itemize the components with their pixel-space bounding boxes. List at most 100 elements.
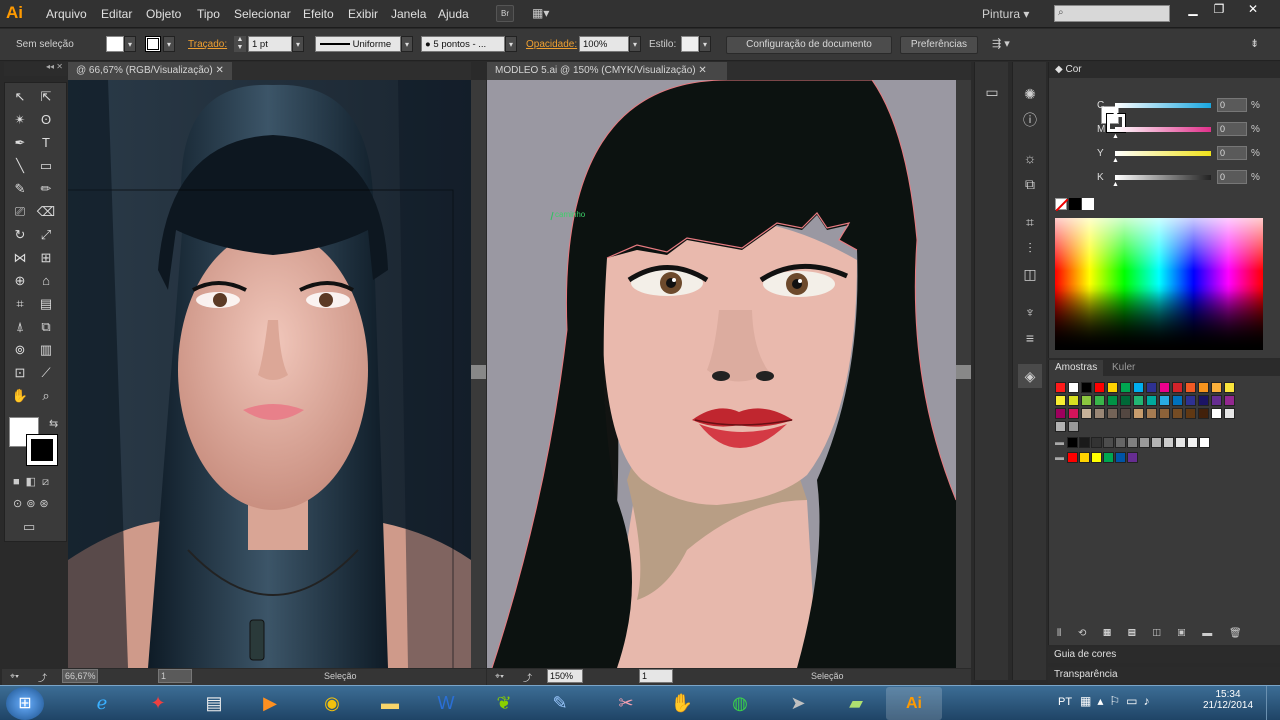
arrange-documents-icon[interactable]: ▦▾ bbox=[532, 6, 558, 22]
doc1-close-icon[interactable]: ✕ bbox=[215, 65, 223, 76]
menu-arquivo[interactable]: Arquivo bbox=[46, 7, 87, 21]
tab-amostras[interactable]: Amostras bbox=[1049, 360, 1104, 376]
swatch[interactable] bbox=[1055, 395, 1066, 406]
swatch[interactable] bbox=[1175, 437, 1186, 448]
perspective-grid-tool-icon[interactable]: ⌂ bbox=[35, 271, 57, 291]
swatch-group-folder-icon[interactable]: ▬ bbox=[1055, 452, 1064, 462]
swatch[interactable] bbox=[1224, 395, 1235, 406]
channel-value-c[interactable]: 0 bbox=[1217, 98, 1247, 112]
swatch[interactable] bbox=[1081, 395, 1092, 406]
chrome-icon[interactable]: ◉ bbox=[304, 687, 360, 720]
word-icon[interactable]: W bbox=[418, 687, 474, 720]
swatch[interactable] bbox=[1159, 382, 1170, 393]
swatch[interactable] bbox=[1120, 408, 1131, 419]
swatch[interactable] bbox=[1146, 382, 1157, 393]
swatch[interactable] bbox=[1120, 382, 1131, 393]
symbols-panel-icon[interactable]: ✺ bbox=[1018, 82, 1042, 106]
doc2-tab[interactable]: MODLEO 5.ai @ 150% (CMYK/Visualização) ✕ bbox=[487, 62, 727, 80]
doc1-zoom-field[interactable]: 66,67% bbox=[62, 669, 98, 683]
language-indicator[interactable]: PT bbox=[1058, 696, 1072, 708]
eraser-tool-icon[interactable]: ⌫ bbox=[35, 202, 57, 222]
layers-panel-icon[interactable]: ◈ bbox=[1018, 364, 1042, 388]
app-hand-icon[interactable]: ✋ bbox=[654, 687, 710, 720]
tray-clock[interactable]: 15:34 21/12/2014 bbox=[1200, 689, 1256, 711]
channel-value-k[interactable]: 0 bbox=[1217, 170, 1247, 184]
channel-slider-thumb-icon[interactable]: ▲ bbox=[1112, 181, 1119, 188]
stroke-stepper[interactable]: ▲ ▼ bbox=[234, 36, 246, 52]
swatch[interactable] bbox=[1081, 382, 1092, 393]
swatch[interactable] bbox=[1055, 408, 1066, 419]
slice-tool-icon[interactable]: ⟋ bbox=[35, 363, 57, 383]
pen-tool-icon[interactable]: ✒ bbox=[9, 133, 31, 153]
swatch[interactable] bbox=[1151, 437, 1162, 448]
stroke-weight-dropdown[interactable]: ▾ bbox=[292, 36, 304, 52]
color-mode-icons[interactable]: ■◧⧄ bbox=[13, 475, 55, 489]
fill-swatch[interactable] bbox=[106, 36, 124, 52]
profile-dropdown[interactable]: ▾ bbox=[401, 36, 413, 52]
swatch[interactable] bbox=[1068, 408, 1079, 419]
internet-explorer-icon[interactable]: ℯ bbox=[74, 687, 130, 720]
swatch[interactable] bbox=[1199, 437, 1210, 448]
doc2-zoom-field[interactable]: 150% bbox=[547, 669, 583, 683]
swatch[interactable] bbox=[1079, 452, 1090, 463]
explorer-folder-icon[interactable]: ▬ bbox=[362, 687, 418, 720]
doc1-tab[interactable]: @ 66,67% (RGB/Visualização) ✕ bbox=[68, 62, 232, 80]
column-graph-tool-icon[interactable]: ▥ bbox=[35, 340, 57, 360]
swatches-panel-footer-icons[interactable]: ⫴ ⟲ ▦ ▤ ◫ ▣ ▬ 🗑 bbox=[1057, 628, 1242, 639]
swatch[interactable] bbox=[1107, 408, 1118, 419]
paint-icon[interactable]: ✎ bbox=[532, 687, 588, 720]
app-map-icon[interactable]: ▰ bbox=[828, 687, 884, 720]
menu-janela[interactable]: Janela bbox=[391, 7, 426, 21]
swatch[interactable] bbox=[1068, 395, 1079, 406]
rectangle-tool-icon[interactable]: ▭ bbox=[35, 156, 57, 176]
media-player-icon[interactable]: ▶ bbox=[242, 687, 298, 720]
workspace-switcher[interactable]: Pintura ▾ bbox=[982, 7, 1029, 21]
tools-panel-header[interactable]: ◂◂ ✕ bbox=[4, 62, 67, 76]
channel-slider-thumb-icon[interactable]: ▲ bbox=[1112, 109, 1119, 116]
swatch[interactable] bbox=[1224, 408, 1235, 419]
swatch[interactable] bbox=[1091, 437, 1102, 448]
type-tool-icon[interactable]: T bbox=[35, 133, 57, 153]
doc1-page-field[interactable]: 1 bbox=[158, 669, 192, 683]
swatch[interactable] bbox=[1067, 437, 1078, 448]
pathfinder-panel-icon[interactable]: ◫ bbox=[1018, 262, 1042, 286]
stroke-label[interactable]: Traçado: bbox=[188, 39, 227, 50]
swatch[interactable] bbox=[1067, 452, 1078, 463]
graphic-styles-panel-icon[interactable]: ⧉ bbox=[1018, 172, 1042, 196]
paintbrush-tool-icon[interactable]: ✎ bbox=[9, 179, 31, 199]
line-tool-icon[interactable]: ╲ bbox=[9, 156, 31, 176]
swatch[interactable] bbox=[1211, 395, 1222, 406]
scale-tool-icon[interactable]: ⤢ bbox=[35, 225, 57, 245]
swatch[interactable] bbox=[1081, 408, 1092, 419]
office-doc-icon[interactable]: ▤ bbox=[186, 687, 242, 720]
tray-icons[interactable]: ▦▴⚐▭♪ bbox=[1080, 694, 1155, 708]
document-setup-button[interactable]: Configuração de documento bbox=[726, 36, 892, 54]
menu-objeto[interactable]: Objeto bbox=[146, 7, 181, 21]
doc2-export-icon[interactable]: ⤴ bbox=[523, 671, 532, 684]
transform-panel-icon[interactable]: ⌗ bbox=[1018, 210, 1042, 234]
menu-editar[interactable]: Editar bbox=[101, 7, 132, 21]
align-options-icon[interactable]: ⇶ ▾ bbox=[992, 37, 1010, 50]
show-desktop-button[interactable] bbox=[1266, 686, 1280, 720]
brush-dropdown[interactable]: ▾ bbox=[505, 36, 517, 52]
swatch[interactable] bbox=[1068, 421, 1079, 432]
swatch[interactable] bbox=[1133, 382, 1144, 393]
stroke-panel-icon[interactable]: ≡ bbox=[1018, 326, 1042, 350]
swatch[interactable] bbox=[1107, 395, 1118, 406]
channel-value-m[interactable]: 0 bbox=[1217, 122, 1247, 136]
artboards-panel-icon[interactable]: ▭ bbox=[980, 80, 1004, 104]
lasso-tool-icon[interactable]: ʘ bbox=[35, 110, 57, 130]
menu-selecionar[interactable]: Selecionar bbox=[234, 7, 291, 21]
app-arrow-icon[interactable]: ➤ bbox=[770, 687, 826, 720]
search-input[interactable]: ⌕ bbox=[1054, 5, 1170, 22]
magic-wand-tool-icon[interactable]: ✴ bbox=[9, 110, 31, 130]
close-icon[interactable]: ✕ bbox=[1242, 2, 1264, 16]
swatch[interactable] bbox=[1115, 437, 1126, 448]
swatch[interactable] bbox=[1163, 437, 1174, 448]
minimize-icon[interactable]: ▁ bbox=[1182, 2, 1204, 16]
screen-mode-icon[interactable]: ▭ bbox=[23, 519, 35, 535]
eyedropper-tool-icon[interactable]: ⍋ bbox=[9, 317, 31, 337]
swatch[interactable] bbox=[1107, 382, 1118, 393]
swatch[interactable] bbox=[1127, 452, 1138, 463]
vector-canvas[interactable]: caminho bbox=[487, 80, 956, 668]
